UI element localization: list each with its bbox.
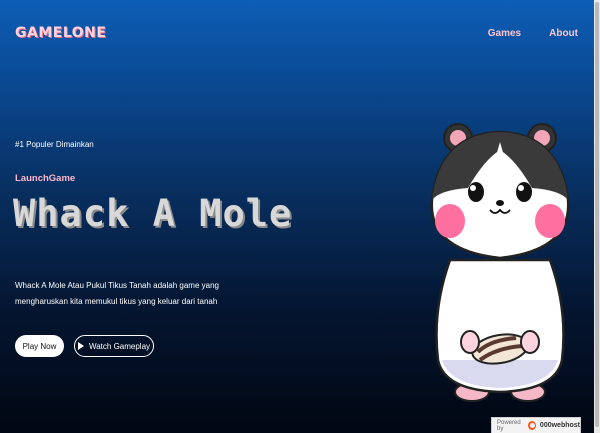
webhost-brand-label: 000webhost <box>539 422 580 429</box>
hosting-badge[interactable]: Powered by 000webhost <box>491 417 581 433</box>
hero-description: Whack A Mole Atau Pukul Tikus Tanah adal… <box>15 278 275 310</box>
watch-gameplay-button[interactable]: Watch Gameplay <box>74 335 154 357</box>
play-icon <box>77 342 84 350</box>
vertical-scrollbar[interactable] <box>594 0 600 433</box>
hero-eyebrow: #1 Populer Dimainkan <box>15 140 94 149</box>
hero-subtitle: LaunchGame <box>15 173 76 184</box>
hero-description-line-1: Whack A Mole Atau Pukul Tikus Tanah adal… <box>15 281 219 290</box>
play-now-button[interactable]: Play Now <box>15 335 64 357</box>
site-logo[interactable]: GAMELONE <box>15 25 106 41</box>
nav-link-about[interactable]: About <box>549 28 578 39</box>
scrollbar-thumb[interactable] <box>595 2 599 427</box>
webhost-logo-icon <box>528 421 536 430</box>
hero-description-line-2: mengharuskan kita memukul tikus yang kel… <box>15 297 218 306</box>
watch-gameplay-label: Watch Gameplay <box>88 341 151 351</box>
hero-title: Whack A Mole <box>13 192 293 235</box>
powered-by-label: Powered by <box>497 419 521 432</box>
main-nav: Games About <box>488 28 578 39</box>
hamster-mascot-illustration <box>430 123 570 402</box>
nav-link-games[interactable]: Games <box>488 28 521 39</box>
